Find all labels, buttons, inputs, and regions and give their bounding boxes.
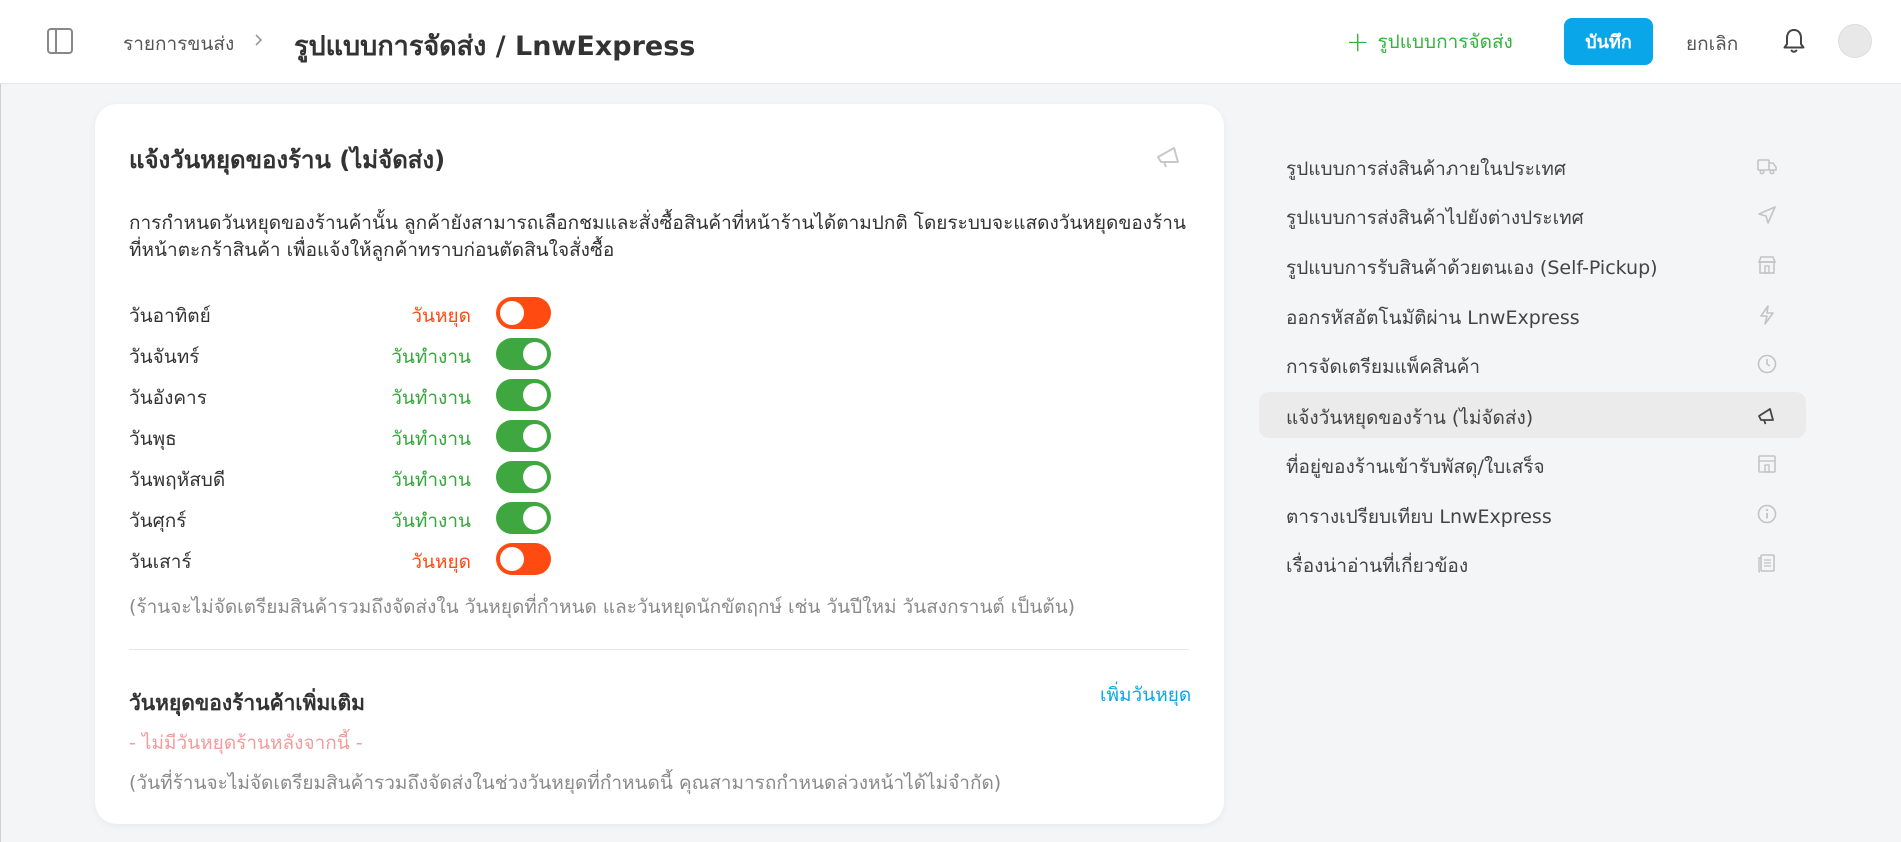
nav-comparison-table[interactable]: ตารางเปรียบเทียบ LnwExpress	[1259, 491, 1806, 537]
toggle-knob	[523, 342, 547, 366]
day-toggle-monday[interactable]	[496, 338, 551, 370]
day-toggle-sunday[interactable]	[496, 297, 551, 329]
chevron-right-icon	[255, 34, 263, 46]
day-status: วันหยุด	[411, 305, 471, 327]
nav-related-articles[interactable]: เรื่องน่าอ่านที่เกี่ยวข้อง	[1259, 540, 1806, 586]
nav-domestic-shipping[interactable]: รูปแบบการส่งสินค้าภายในประเทศ	[1259, 143, 1806, 189]
sidebar-toggle-icon[interactable]	[46, 27, 74, 55]
store-icon	[1757, 256, 1777, 274]
plus-icon: +	[1346, 25, 1370, 58]
megaphone-icon	[1157, 147, 1179, 168]
document-icon	[1758, 554, 1775, 573]
top-bar: รายการขนส่ง รูปแบบการจัดส่ง / LnwExpress…	[0, 0, 1901, 84]
day-status: วันทำงาน	[391, 428, 471, 450]
truck-icon	[1757, 159, 1777, 175]
day-status: วันทำงาน	[391, 469, 471, 491]
day-toggle-tuesday[interactable]	[496, 379, 551, 411]
day-label: วันจันทร์	[129, 346, 200, 368]
save-button[interactable]: บันทึก	[1564, 18, 1653, 65]
day-row-wednesday: วันพุธ วันทำงาน	[129, 419, 551, 453]
nav-label: รูปแบบการส่งสินค้าไปยังต่างประเทศ	[1286, 207, 1584, 229]
toggle-knob	[523, 424, 547, 448]
day-row-friday: วันศุกร์ วันทำงาน	[129, 501, 551, 535]
day-label: วันอังคาร	[129, 387, 207, 409]
day-toggle-saturday[interactable]	[496, 543, 551, 575]
nav-packing[interactable]: การจัดเตรียมแพ็คสินค้า	[1259, 341, 1806, 387]
toggle-knob	[500, 547, 524, 571]
card-description: การกำหนดวันหยุดของร้านค้านั้น ลูกค้ายังส…	[129, 212, 1186, 261]
day-status: วันหยุด	[411, 551, 471, 573]
toggle-knob	[500, 301, 524, 325]
toggle-knob	[523, 383, 547, 407]
day-label: วันเสาร์	[129, 551, 192, 573]
nav-label: การจัดเตรียมแพ็คสินค้า	[1286, 356, 1480, 378]
bolt-icon	[1760, 305, 1774, 325]
left-border	[0, 84, 1, 842]
megaphone-icon	[1758, 408, 1774, 425]
day-label: วันพุธ	[129, 428, 177, 450]
avatar[interactable]	[1838, 24, 1872, 58]
add-holiday-link[interactable]: เพิ่มวันหยุด	[1100, 680, 1191, 710]
nav-label: แจ้งวันหยุดของร้าน (ไม่จัดส่ง)	[1286, 407, 1534, 429]
toggle-knob	[523, 506, 547, 530]
toggle-knob	[523, 465, 547, 489]
nav-label: เรื่องน่าอ่านที่เกี่ยวข้อง	[1286, 555, 1469, 577]
day-status: วันทำงาน	[391, 346, 471, 368]
day-row-saturday: วันเสาร์ วันหยุด	[129, 542, 551, 576]
day-label: วันอาทิตย์	[129, 305, 211, 327]
day-toggle-thursday[interactable]	[496, 461, 551, 493]
nav-label: รูปแบบการส่งสินค้าภายในประเทศ	[1286, 158, 1566, 180]
building-icon	[1758, 455, 1776, 473]
nav-store-address[interactable]: ที่อยู่ของร้านเข้ารับพัสดุ/ใบเสร็จ	[1259, 441, 1806, 487]
day-label: วันพฤหัสบดี	[129, 469, 226, 491]
nav-self-pickup[interactable]: รูปแบบการรับสินค้าด้วยตนเอง (Self-Pickup…	[1259, 242, 1806, 288]
divider	[129, 649, 1189, 650]
day-status: วันทำงาน	[391, 510, 471, 532]
holiday-card: แจ้งวันหยุดของร้าน (ไม่จัดส่ง) การกำหนดว…	[95, 104, 1224, 824]
day-row-thursday: วันพฤหัสบดี วันทำงาน	[129, 460, 551, 494]
breadcrumb[interactable]: รายการขนส่ง	[123, 29, 234, 59]
nav-international-shipping[interactable]: รูปแบบการส่งสินค้าไปยังต่างประเทศ	[1259, 192, 1806, 238]
add-format-label: รูปแบบการจัดส่ง	[1377, 31, 1513, 53]
nav-label: ออกรหัสอัตโนมัติผ่าน LnwExpress	[1286, 307, 1580, 329]
extra-holiday-note: (วันที่ร้านจะไม่จัดเตรียมสินค้ารวมถึงจัด…	[129, 772, 1002, 794]
bell-icon[interactable]	[1781, 27, 1807, 55]
info-icon	[1757, 504, 1777, 524]
nav-label: ที่อยู่ของร้านเข้ารับพัสดุ/ใบเสร็จ	[1286, 456, 1545, 478]
holiday-note: (ร้านจะไม่จัดเตรียมสินค้ารวมถึงจัดส่งใน …	[129, 596, 1076, 618]
add-format-button[interactable]: + รูปแบบการจัดส่ง	[1346, 27, 1513, 57]
day-row-monday: วันจันทร์ วันทำงาน	[129, 337, 551, 371]
clock-icon	[1757, 354, 1777, 374]
no-holiday-text: - ไม่มีวันหยุดร้านหลังจากนี้ -	[129, 732, 363, 754]
day-toggle-wednesday[interactable]	[496, 420, 551, 452]
cancel-button[interactable]: ยกเลิก	[1686, 29, 1738, 59]
extra-holidays-title: วันหยุดของร้านค้าเพิ่มเติม	[129, 691, 365, 715]
day-toggle-friday[interactable]	[496, 502, 551, 534]
send-icon	[1758, 206, 1776, 224]
day-row-tuesday: วันอังคาร วันทำงาน	[129, 378, 551, 412]
day-status: วันทำงาน	[391, 387, 471, 409]
nav-label: ตารางเปรียบเทียบ LnwExpress	[1286, 506, 1552, 528]
nav-label: รูปแบบการรับสินค้าด้วยตนเอง (Self-Pickup…	[1286, 257, 1658, 279]
page-title: รูปแบบการจัดส่ง / LnwExpress	[294, 31, 696, 62]
day-row-sunday: วันอาทิตย์ วันหยุด	[129, 296, 551, 330]
nav-auto-code[interactable]: ออกรหัสอัตโนมัติผ่าน LnwExpress	[1259, 292, 1806, 338]
day-label: วันศุกร์	[129, 510, 187, 532]
card-title: แจ้งวันหยุดของร้าน (ไม่จัดส่ง)	[129, 146, 446, 174]
nav-store-holidays[interactable]: แจ้งวันหยุดของร้าน (ไม่จัดส่ง)	[1259, 392, 1806, 438]
